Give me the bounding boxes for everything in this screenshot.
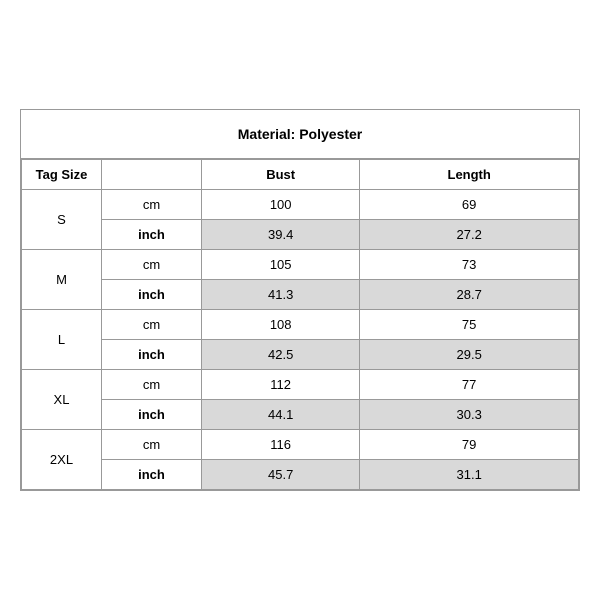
unit-inch: inch [102,340,202,370]
table-row: inch44.130.3 [22,400,579,430]
unit-inch: inch [102,400,202,430]
header-unit-blank [102,160,202,190]
length-cm: 77 [360,370,579,400]
length-inch: 29.5 [360,340,579,370]
table-row: Mcm10573 [22,250,579,280]
bust-cm: 112 [202,370,360,400]
bust-cm: 105 [202,250,360,280]
header-bust: Bust [202,160,360,190]
length-inch: 28.7 [360,280,579,310]
header-tag-size: Tag Size [22,160,102,190]
bust-cm: 100 [202,190,360,220]
length-cm: 73 [360,250,579,280]
unit-cm: cm [102,250,202,280]
bust-inch: 41.3 [202,280,360,310]
length-inch: 30.3 [360,400,579,430]
table-row: inch41.328.7 [22,280,579,310]
bust-inch: 42.5 [202,340,360,370]
length-inch: 27.2 [360,220,579,250]
chart-title: Material: Polyester [21,110,579,159]
size-chart: Material: Polyester Tag Size Bust Length… [20,109,580,491]
unit-cm: cm [102,310,202,340]
unit-cm: cm [102,430,202,460]
unit-cm: cm [102,190,202,220]
bust-cm: 108 [202,310,360,340]
table-header-row: Tag Size Bust Length [22,160,579,190]
table-row: Scm10069 [22,190,579,220]
unit-inch: inch [102,460,202,490]
unit-inch: inch [102,280,202,310]
length-inch: 31.1 [360,460,579,490]
table-row: inch45.731.1 [22,460,579,490]
bust-cm: 116 [202,430,360,460]
table-row: Lcm10875 [22,310,579,340]
header-length: Length [360,160,579,190]
bust-inch: 44.1 [202,400,360,430]
bust-inch: 45.7 [202,460,360,490]
size-table: Tag Size Bust Length Scm10069inch39.427.… [21,159,579,490]
size-label: 2XL [22,430,102,490]
size-label: L [22,310,102,370]
size-label: S [22,190,102,250]
table-row: inch39.427.2 [22,220,579,250]
size-label: M [22,250,102,310]
table-row: inch42.529.5 [22,340,579,370]
length-cm: 69 [360,190,579,220]
bust-inch: 39.4 [202,220,360,250]
length-cm: 79 [360,430,579,460]
table-row: XLcm11277 [22,370,579,400]
unit-inch: inch [102,220,202,250]
length-cm: 75 [360,310,579,340]
table-row: 2XLcm11679 [22,430,579,460]
size-label: XL [22,370,102,430]
unit-cm: cm [102,370,202,400]
